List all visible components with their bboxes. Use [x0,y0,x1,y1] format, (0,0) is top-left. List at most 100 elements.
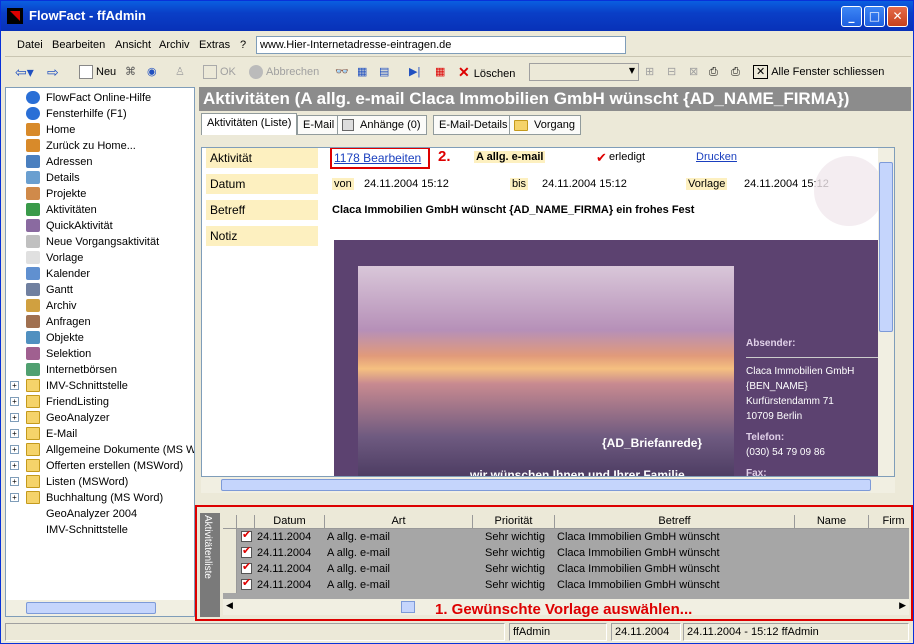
url-input[interactable]: www.Hier-Internetadresse-eintragen.de [256,36,626,54]
scroll-thumb[interactable] [221,479,871,491]
template-label: Vorlage [686,178,728,190]
expand-icon[interactable]: + [10,413,19,422]
new-button[interactable]: Neu [79,63,116,81]
table-delete-icon[interactable]: ▦ [435,63,445,81]
done-checkbox[interactable] [241,560,252,574]
menu-datei[interactable]: Datei [17,39,43,51]
tab-vorgang[interactable]: Vorgang [509,115,581,135]
instruction-note: 1. Gewünschte Vorlage auswählen... [435,601,693,618]
greeting-text: wir wünschen Ihnen und Ihrer Familie [470,468,685,477]
tab-email[interactable]: E-Mail [297,115,341,135]
delete-label: Löschen [473,68,516,80]
attachment-icon [342,119,354,131]
tab-vorgang-label: Vorgang [534,119,575,131]
table-row[interactable]: 24.11.2004 A allg. e-mail Sehr wichtig Clac… [223,576,909,593]
table-cell: 24.11.2004 [257,563,312,575]
content-horizontal-scrollbar[interactable] [201,477,895,493]
done-checkbox[interactable] [241,576,252,590]
table-cell: Sehr wichtig [485,531,545,543]
close-all-button[interactable]: ✕ Alle Fenster schliessen [753,63,884,81]
content-vertical-scrollbar[interactable] [878,148,894,476]
scroll-thumb[interactable] [879,162,893,332]
phone-value: (030) 54 79 09 86 [746,447,825,458]
folder-icon [26,379,40,392]
done-checkbox[interactable] [241,544,252,558]
menu-help[interactable]: ? [240,39,246,51]
close-button[interactable]: ✕ [887,6,908,27]
project-icon [26,187,40,200]
expand-icon[interactable]: + [10,461,19,470]
tab-anhaenge[interactable]: Anhänge (0) [337,115,427,135]
sidebar-item-label: Archiv [46,300,77,312]
delete-button[interactable]: ✕ Löschen [458,63,515,81]
expand-icon[interactable]: + [10,493,19,502]
forward-arrow-icon[interactable]: ⇨ [47,63,59,81]
expand-icon[interactable]: + [10,445,19,454]
nav-next-icon[interactable]: ⊠ [689,63,698,81]
sidebar-horizontal-scrollbar[interactable] [6,600,194,616]
scroll-right-icon[interactable]: ▶ [899,601,906,611]
view-icon[interactable]: ◉ [147,63,157,81]
binoculars-icon[interactable]: 👓 [335,63,349,81]
user-icon[interactable]: ♙ [175,63,185,81]
menu-archiv[interactable]: Archiv [159,39,190,51]
header-name[interactable]: Name [795,515,869,529]
home-icon [26,123,40,136]
menu-bearbeiten[interactable]: Bearbeiten [52,39,105,51]
header-prioritaet[interactable]: Priorität [473,515,555,529]
expand-icon[interactable]: + [10,397,19,406]
search-list-icon[interactable]: ▦ [357,63,367,81]
sidebar-item-label: Anfragen [46,316,91,328]
scroll-thumb[interactable] [26,602,156,614]
scroll-left-icon[interactable]: ◀ [226,601,233,611]
object-icon [26,331,40,344]
header-firma[interactable]: Firm [869,515,909,529]
header-datum[interactable]: Datum [255,515,325,529]
row-selector[interactable] [223,529,237,545]
table-cell: A allg. e-mail [327,579,390,591]
selection-icon [26,347,40,360]
tree-icon[interactable]: ⌘ [125,63,136,81]
tab-email-details[interactable]: E-Mail-Details [433,115,514,135]
row-selector[interactable] [223,577,237,593]
nav-first-icon[interactable]: ⊞ [645,63,654,81]
table-row[interactable]: 24.11.2004 A allg. e-mail Sehr wichtig Clac… [223,544,909,561]
salutation-placeholder: {AD_Briefanrede} [602,436,703,450]
nav-prev-icon[interactable]: ⊟ [667,63,676,81]
row-selector[interactable] [223,561,237,577]
close-all-label: Alle Fenster schliessen [771,66,885,78]
ok-button[interactable]: OK [203,63,236,81]
play-icon[interactable]: ▶| [409,63,420,81]
cancel-button[interactable]: Abbrechen [249,63,319,81]
printer-icon[interactable]: ⎙ [731,63,740,81]
table-row[interactable]: 24.11.2004 A allg. e-mail Sehr wichtig Clac… [223,560,909,577]
print-icon[interactable]: ⎙ [709,63,718,81]
minimize-button[interactable]: _ [841,6,862,27]
toolbar-dropdown[interactable] [529,63,639,81]
print-link[interactable]: Drucken [696,151,737,163]
new-document-icon [79,65,93,80]
header-betreff[interactable]: Betreff [555,515,795,529]
edit-link[interactable]: 1178 Bearbeiten [334,151,421,165]
expand-icon[interactable]: + [10,381,19,390]
grid-search-icon[interactable]: ▤ [379,63,389,81]
sidebar-item-label: Vorlage [46,252,84,264]
table-row[interactable]: 24.11.2004 A allg. e-mail Sehr wichtig Clac… [223,528,909,545]
expand-icon[interactable]: + [10,429,19,438]
menu-ansicht[interactable]: Ansicht [115,39,151,51]
sender-line: Claca Immobilien GmbH [746,366,855,377]
expand-icon[interactable]: + [10,477,19,486]
maximize-button[interactable]: □ [864,6,885,27]
row-selector[interactable] [223,545,237,561]
table-cell: Sehr wichtig [485,579,545,591]
sidebar-item-label: FriendListing [46,396,109,408]
sidebar-item-label: IMV-Schnittstelle [46,524,128,536]
betreff-label: Betreff [206,200,318,220]
tab-aktivitaeten-liste[interactable]: Aktivitäten (Liste) [201,113,298,135]
menu-extras[interactable]: Extras [199,39,230,51]
done-checkbox[interactable] [241,528,252,542]
header-art[interactable]: Art [325,515,473,529]
folder-icon [26,395,40,408]
scroll-thumb[interactable] [401,601,415,613]
back-arrow-icon[interactable]: ⇦▾ [15,63,34,81]
